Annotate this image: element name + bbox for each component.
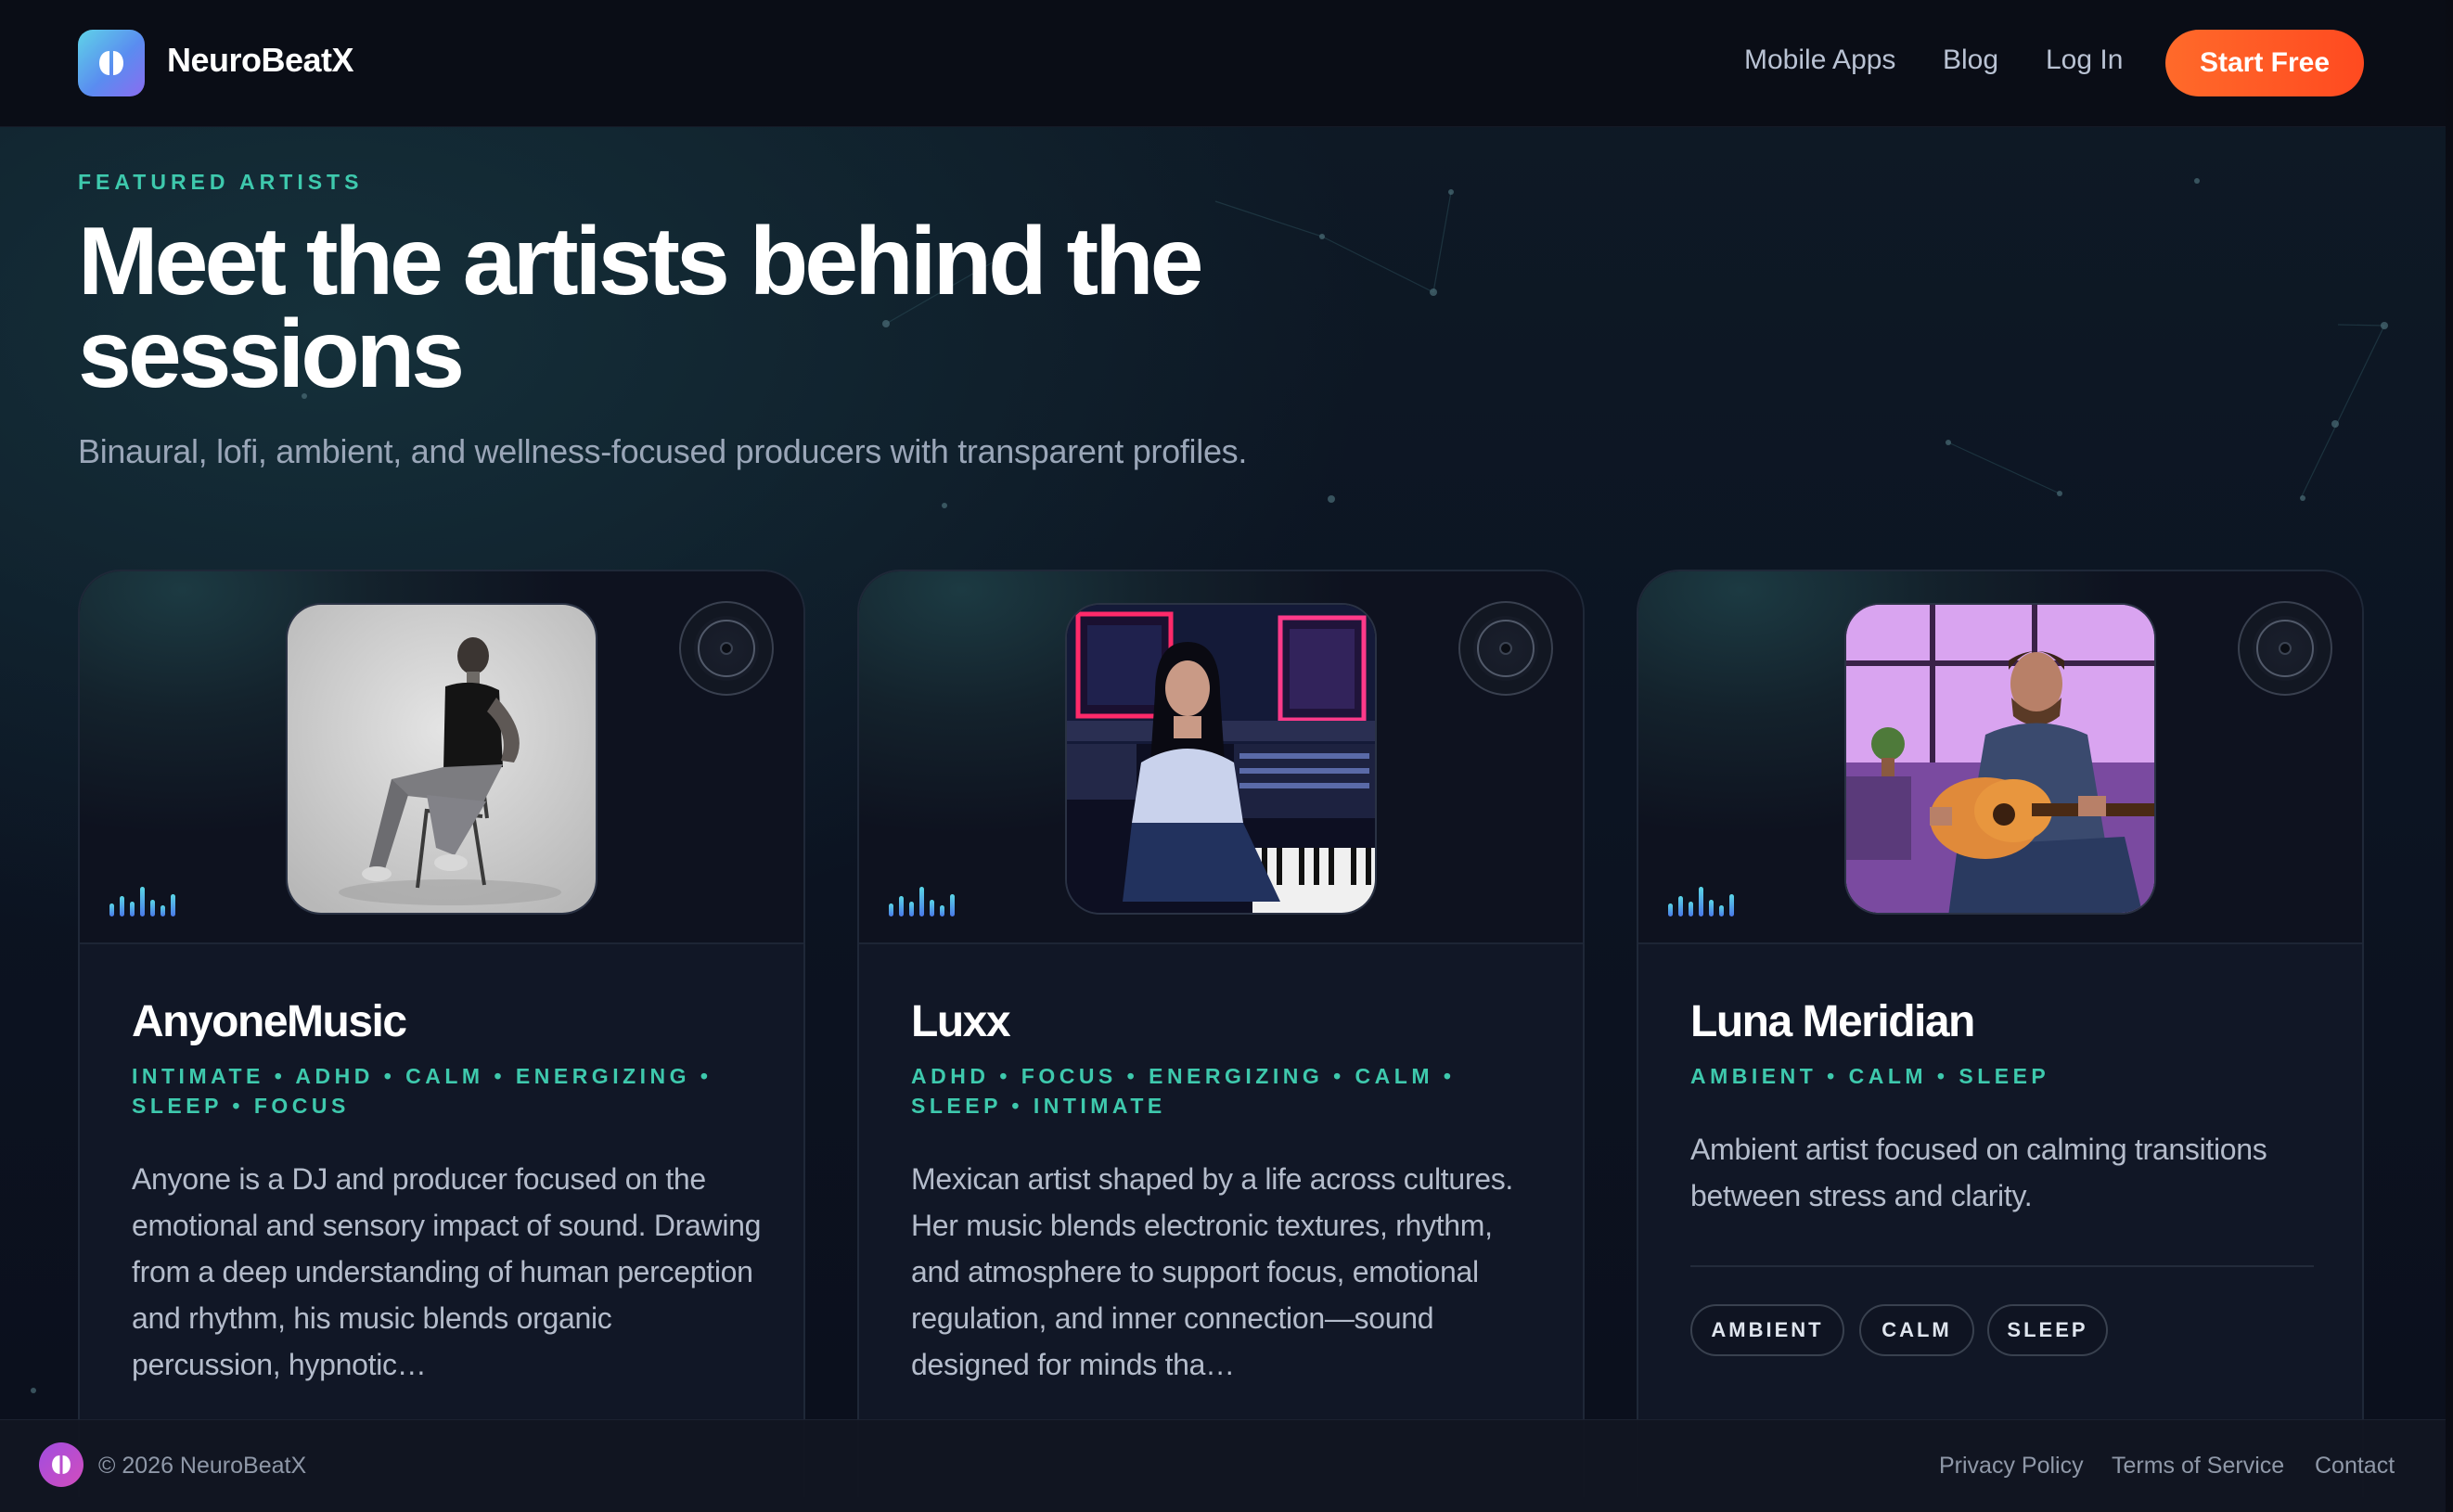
tag-pill-calm[interactable]: CALM	[1859, 1304, 1974, 1356]
nav-blog[interactable]: Blog	[1943, 45, 1998, 76]
artist-bio: Ambient artist focused on calming transi…	[1690, 1133, 2267, 1212]
footer-link-contact[interactable]: Contact	[2315, 1453, 2395, 1480]
artist-card-luna-meridian[interactable]: Luna Meridian AMBIENT • CALM • SLEEP Amb…	[1637, 570, 2364, 1497]
footer-link-terms-of-service[interactable]: Terms of Service	[2112, 1453, 2284, 1480]
artist-photo[interactable]	[1065, 603, 1377, 915]
artist-card-anyonemusic[interactable]: AnyoneMusic INTIMATE • ADHD • CALM • ENE…	[78, 570, 805, 1497]
artist-tags: ADHD • FOCUS • ENERGIZING • CALM • SLEEP…	[911, 1064, 1456, 1118]
artist-card-luxx[interactable]: Luxx ADHD • FOCUS • ENERGIZING • CALM • …	[857, 570, 1585, 1497]
artist-card-media	[859, 571, 1583, 944]
artist-tags: AMBIENT • CALM • SLEEP	[1690, 1064, 2050, 1088]
window-edge	[2446, 0, 2453, 1512]
start-free-button[interactable]: Start Free	[2165, 30, 2364, 96]
nav-log-in[interactable]: Log In	[2046, 45, 2123, 76]
vinyl-disc-icon	[1458, 601, 1553, 696]
artist-photo[interactable]	[286, 603, 597, 915]
card-divider	[1690, 1265, 2314, 1267]
equalizer-icon	[889, 885, 956, 916]
vinyl-disc-icon	[2238, 601, 2332, 696]
footer: © 2026 NeuroBeatX Privacy Policy Terms o…	[0, 1419, 2453, 1512]
vinyl-disc-icon	[679, 601, 774, 696]
brand-logo-icon[interactable]	[78, 30, 145, 96]
footer-link-privacy-policy[interactable]: Privacy Policy	[1939, 1453, 2084, 1480]
artist-card-media	[80, 571, 803, 944]
brand-name[interactable]: NeuroBeatX	[167, 41, 354, 80]
artist-name[interactable]: AnyoneMusic	[132, 996, 407, 1047]
section-eyebrow: FEATURED ARTISTS	[78, 170, 364, 194]
artist-name[interactable]: Luna Meridian	[1690, 996, 1975, 1047]
artist-name[interactable]: Luxx	[911, 996, 1011, 1047]
artist-bio: Mexican artist shaped by a life across c…	[911, 1162, 1514, 1381]
artist-bio: Anyone is a DJ and producer focused on t…	[132, 1162, 762, 1381]
footer-logo-icon[interactable]	[39, 1442, 83, 1487]
page: NeuroBeatX Mobile Apps Blog Log In Start…	[0, 0, 2453, 1512]
page-title: Meet the artists behind the sessions	[78, 208, 1204, 408]
equalizer-icon	[109, 885, 176, 916]
artist-card-media	[1638, 571, 2362, 944]
copyright-text: © 2026 NeuroBeatX	[98, 1453, 307, 1479]
tag-pill-sleep[interactable]: SLEEP	[1987, 1304, 2108, 1356]
nav-mobile-apps[interactable]: Mobile Apps	[1744, 45, 1895, 76]
top-navigation-bar: NeuroBeatX Mobile Apps Blog Log In Start…	[0, 0, 2453, 127]
artist-photo[interactable]	[1844, 603, 2156, 915]
equalizer-icon	[1668, 885, 1735, 916]
page-subtitle: Binaural, lofi, ambient, and wellness-fo…	[78, 432, 1248, 470]
tag-pill-ambient[interactable]: AMBIENT	[1690, 1304, 1844, 1356]
artist-tags: INTIMATE • ADHD • CALM • ENERGIZING • SL…	[132, 1064, 713, 1118]
